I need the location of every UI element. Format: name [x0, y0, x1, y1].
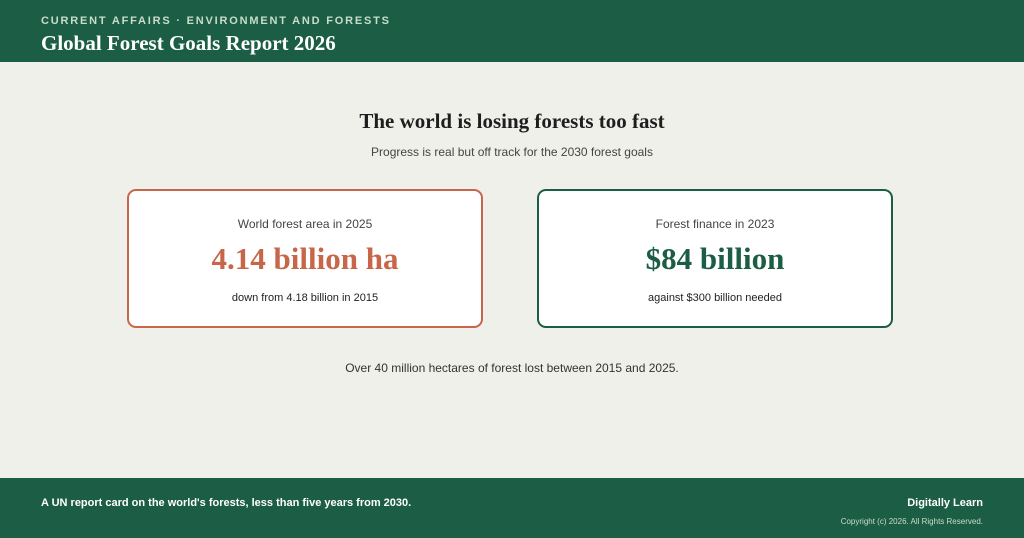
footer-copyright: Copyright (c) 2026. All Rights Reserved.	[840, 517, 983, 526]
header-bar: CURRENT AFFAIRS · ENVIRONMENT AND FOREST…	[0, 0, 1024, 62]
forest-finance-card: Forest finance in 2023 $84 billion again…	[537, 189, 893, 328]
footer-brand: Digitally Learn	[907, 497, 983, 509]
forest-area-card: World forest area in 2025 4.14 billion h…	[127, 189, 483, 328]
page-headline: The world is losing forests too fast	[359, 109, 665, 133]
footer-bar: A UN report card on the world's forests,…	[0, 478, 1024, 538]
section-kicker: CURRENT AFFAIRS · ENVIRONMENT AND FOREST…	[41, 15, 391, 27]
page: CURRENT AFFAIRS · ENVIRONMENT AND FOREST…	[0, 0, 1024, 538]
forest-loss-note: Over 40 million hectares of forest lost …	[345, 361, 679, 375]
page-subhead: Progress is real but off track for the 2…	[371, 145, 653, 159]
forest-finance-label: Forest finance in 2023	[655, 217, 775, 231]
forest-area-label: World forest area in 2025	[237, 217, 373, 231]
footer-tagline: A UN report card on the world's forests,…	[41, 497, 412, 509]
report-title: Global Forest Goals Report 2026	[41, 31, 336, 55]
forest-area-value: 4.14 billion ha	[211, 241, 399, 276]
forest-finance-value: $84 billion	[645, 241, 785, 276]
forest-area-note: down from 4.18 billion in 2015	[231, 292, 379, 304]
forest-finance-note: against $300 billion needed	[648, 292, 782, 304]
